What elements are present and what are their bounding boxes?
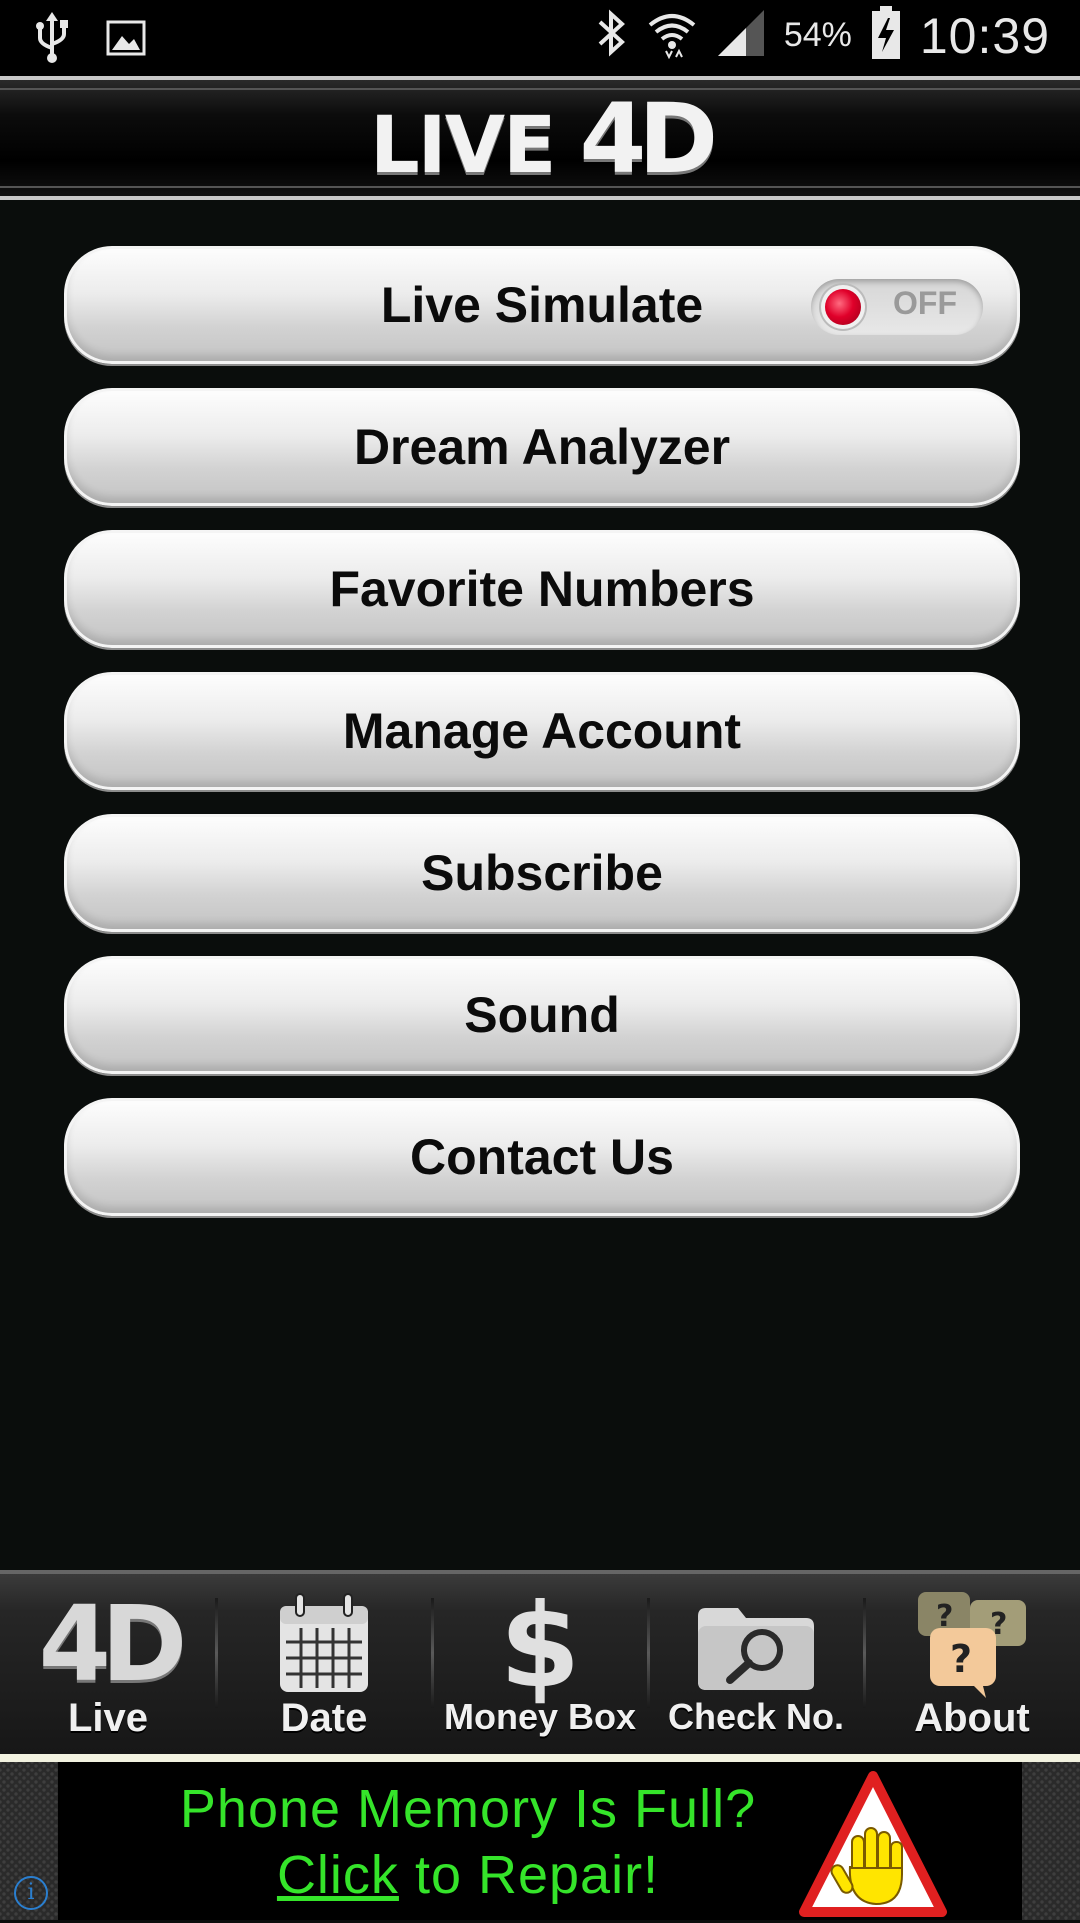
- bluetooth-icon: [594, 8, 628, 63]
- subscribe-label: Subscribe: [421, 845, 663, 901]
- toggle-state-label: OFF: [893, 285, 957, 321]
- ad-border-right: [1022, 1762, 1080, 1920]
- tab-about[interactable]: ? ? ? About: [864, 1574, 1080, 1758]
- ad-click-link[interactable]: Click: [277, 1845, 399, 1905]
- tab-about-label: About: [914, 1696, 1030, 1740]
- image-icon: [106, 18, 146, 63]
- main-menu: Live Simulate OFF Dream Analyzer Favorit…: [64, 246, 1020, 1240]
- ad-banner[interactable]: Phone Memory Is Full? Click to Repair! i: [0, 1762, 1080, 1920]
- tab-date[interactable]: Date: [216, 1574, 432, 1758]
- live-simulate-toggle[interactable]: OFF: [811, 279, 983, 335]
- contact-us-label: Contact Us: [410, 1129, 674, 1185]
- favorite-numbers-button[interactable]: Favorite Numbers: [64, 530, 1020, 648]
- battery-percent: 54%: [783, 16, 852, 54]
- tab-check-no[interactable]: Check No.: [648, 1574, 864, 1758]
- manage-account-button[interactable]: Manage Account: [64, 672, 1020, 790]
- logo-mark: 4D: [579, 83, 719, 195]
- tab-check-no-label: Check No.: [667, 1696, 845, 1737]
- ad-subline: Click to Repair!: [58, 1844, 878, 1906]
- toggle-indicator-icon: [825, 289, 861, 325]
- tab-date-label: Date: [280, 1696, 368, 1740]
- warning-hand-icon: [798, 1770, 948, 1923]
- app-logo: LIVE 4D: [0, 91, 1080, 191]
- live-simulate-label: Live Simulate: [380, 277, 704, 333]
- svg-text:?: ?: [950, 1637, 972, 1681]
- logo-word: LIVE: [369, 101, 556, 191]
- ad-headline: Phone Memory Is Full?: [179, 1779, 757, 1839]
- tab-money-box[interactable]: $ Money Box: [432, 1574, 648, 1758]
- dream-analyzer-button[interactable]: Dream Analyzer: [64, 388, 1020, 506]
- tab-money-box-label: Money Box: [443, 1696, 637, 1737]
- dream-analyzer-label: Dream Analyzer: [353, 419, 731, 475]
- sound-button[interactable]: Sound: [64, 956, 1020, 1074]
- manage-account-label: Manage Account: [342, 703, 742, 759]
- tab-live-label: Live: [67, 1696, 149, 1740]
- battery-charging-icon: [870, 6, 902, 65]
- subscribe-button[interactable]: Subscribe: [64, 814, 1020, 932]
- sound-label: Sound: [464, 987, 620, 1043]
- question-bubbles-icon: ? ? ?: [912, 1588, 1032, 1705]
- ad-content[interactable]: Phone Memory Is Full? Click to Repair!: [58, 1762, 1022, 1920]
- folder-search-icon: [694, 1604, 818, 1697]
- tab-live[interactable]: 4D Live: [0, 1574, 216, 1758]
- status-bar: 54% 10:39: [0, 0, 1080, 76]
- signal-icon: [716, 8, 766, 63]
- live-simulate-button[interactable]: Live Simulate OFF: [64, 246, 1020, 364]
- 4d-icon: 4D: [38, 1583, 188, 1705]
- ad-subline-rest: to Repair!: [398, 1845, 660, 1905]
- usb-icon: [34, 12, 70, 69]
- contact-us-button[interactable]: Contact Us: [64, 1098, 1020, 1216]
- clock: 10:39: [919, 7, 1050, 64]
- favorite-numbers-label: Favorite Numbers: [329, 561, 755, 617]
- app-header: LIVE 4D: [0, 76, 1080, 200]
- calendar-icon: [276, 1592, 372, 1701]
- wifi-icon: [646, 7, 698, 64]
- ad-info-icon[interactable]: i: [14, 1876, 48, 1910]
- bottom-tab-bar: 4D Live Date $ Money Box Check No. ? ? ?…: [0, 1570, 1080, 1762]
- dollar-icon: $: [499, 1579, 581, 1714]
